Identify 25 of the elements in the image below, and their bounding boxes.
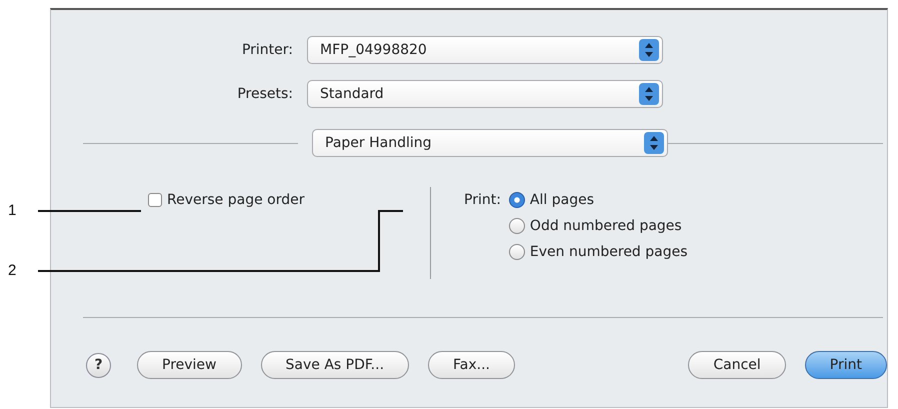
radio-label: Odd numbered pages <box>530 218 682 234</box>
dialog-button[interactable]: Save As PDF... <box>260 351 410 379</box>
print-label: Print: <box>464 192 501 210</box>
callout-number: 1 <box>8 202 16 219</box>
radio-button[interactable] <box>508 192 525 208</box>
checkbox-label: Reverse page order <box>167 192 304 208</box>
radio-label: All pages <box>530 192 594 208</box>
stepper-icon <box>643 131 665 155</box>
printer-popup[interactable]: MFP_04998820 <box>307 36 663 64</box>
radio-label: Even numbered pages <box>530 244 688 260</box>
presets-label: Presets: <box>236 86 293 102</box>
checkbox[interactable] <box>148 193 162 207</box>
default-button[interactable]: Print <box>804 351 887 379</box>
dialog-button[interactable]: Fax... <box>428 351 515 379</box>
callout-number: 2 <box>8 262 16 279</box>
dialog-button[interactable]: Preview <box>137 351 242 379</box>
panel-popup[interactable]: Paper Handling <box>312 129 668 157</box>
presets-popup[interactable]: Standard <box>307 80 663 108</box>
stepper-icon <box>638 82 660 106</box>
stepper-icon <box>638 38 660 62</box>
printer-label: Printer: <box>240 42 293 58</box>
help-button[interactable]: ? <box>86 352 111 378</box>
radio-button[interactable] <box>508 218 525 234</box>
radio-button[interactable] <box>508 244 525 260</box>
dialog-button[interactable]: Cancel <box>688 351 786 379</box>
